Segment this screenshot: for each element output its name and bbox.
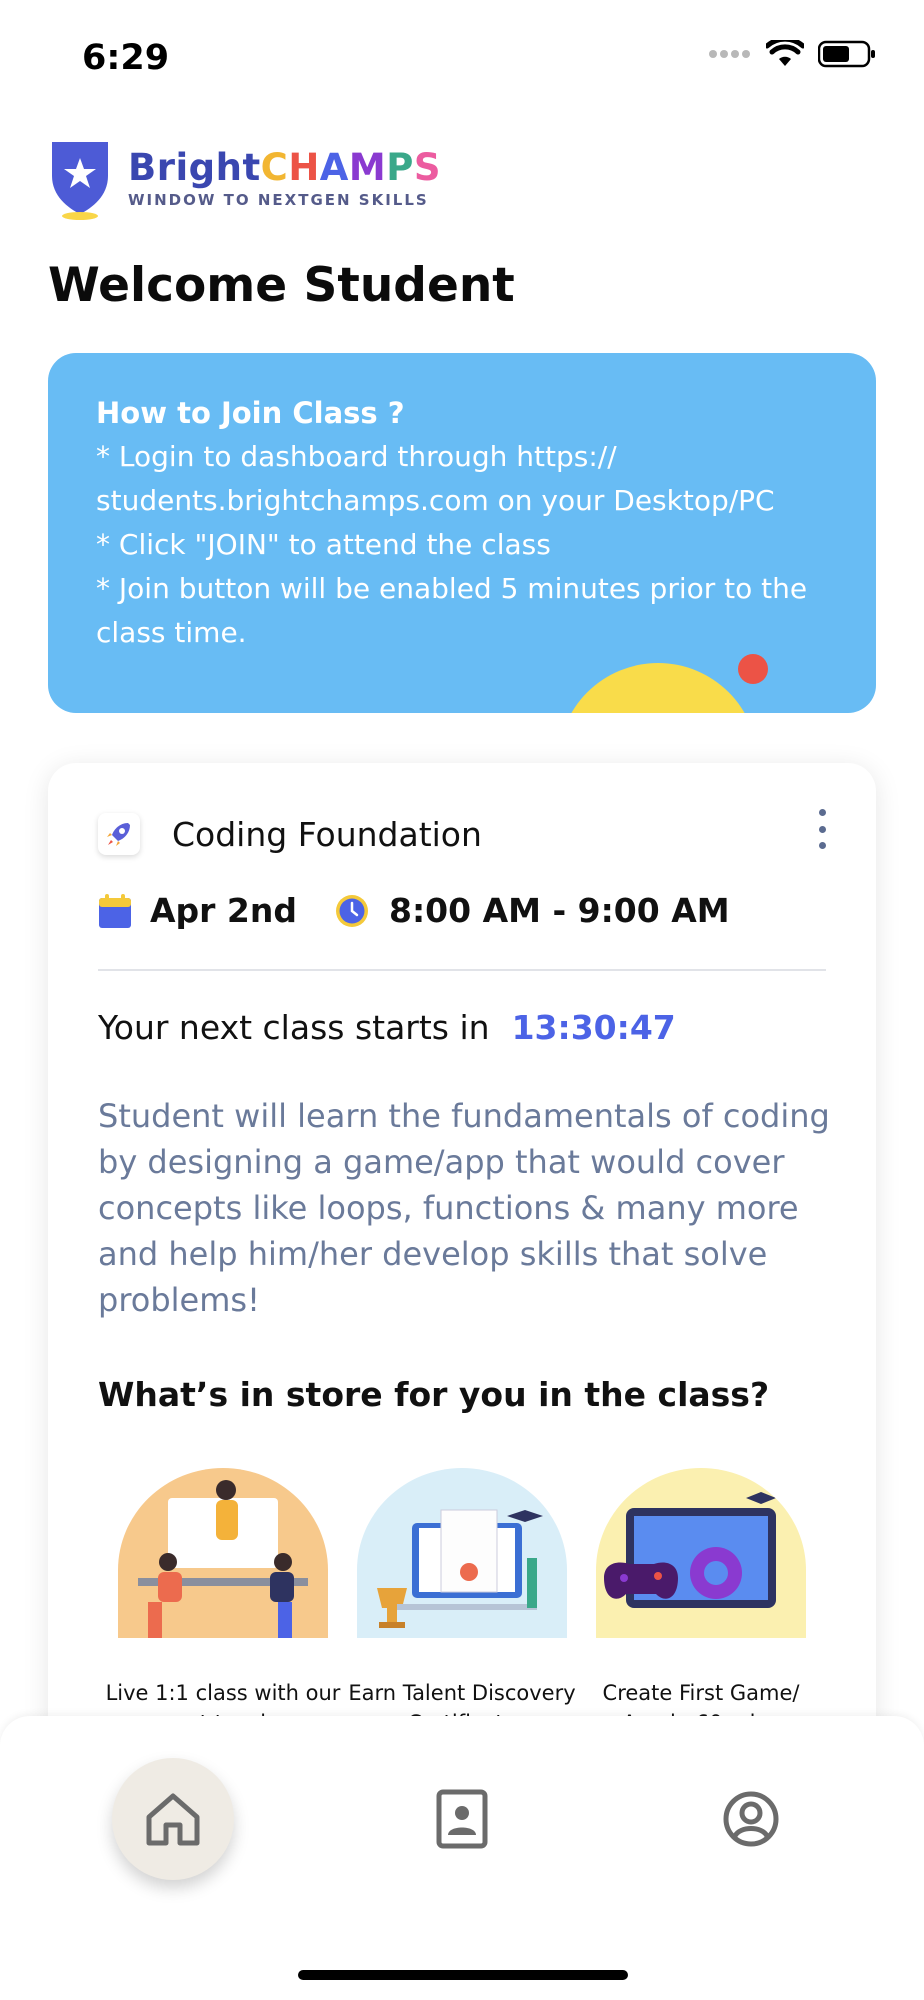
- feature-live-class: Live 1:1 class with our expert teachers: [103, 1468, 343, 1738]
- wifi-icon: [766, 40, 804, 66]
- status-icons: [708, 40, 876, 68]
- rocket-icon: [98, 813, 140, 855]
- teacher-illustration: [118, 1468, 328, 1638]
- nav-account-button[interactable]: [690, 1758, 812, 1880]
- profile-document-icon: [436, 1789, 488, 1849]
- course-description: Student will learn the fundamentals of c…: [98, 1097, 830, 1319]
- page-title: Welcome Student: [48, 258, 515, 313]
- brand-name-part2: CHAMPS: [260, 146, 442, 189]
- status-bar: 6:29: [0, 0, 924, 110]
- next-class-row: Your next class starts in 13:30:47: [98, 1008, 676, 1047]
- divider: [98, 969, 826, 971]
- info-card-line-2: * Click "JOIN" to attend the class: [96, 528, 551, 561]
- battery-icon: [818, 40, 875, 68]
- certificate-illustration: [357, 1468, 567, 1638]
- section-title: What’s in store for you in the class?: [98, 1375, 770, 1414]
- more-options-icon[interactable]: [812, 809, 832, 849]
- bottom-nav: [0, 1716, 924, 2000]
- course-header: Coding Foundation: [98, 813, 482, 855]
- feature-certificate: Earn Talent Discovery Certificate: [342, 1468, 582, 1738]
- info-card-line-1: * Login to dashboard through https:// st…: [96, 440, 775, 517]
- calendar-icon: [99, 893, 131, 928]
- brand-name-part1: Bright: [128, 146, 261, 189]
- home-icon: [146, 1793, 200, 1846]
- dot-decoration: [738, 654, 768, 684]
- home-indicator: [298, 1970, 628, 1980]
- class-date: Apr 2nd: [150, 891, 298, 930]
- feature-first-game: Create First Game/ App in 60 mins: [581, 1468, 821, 1738]
- status-time: 6:29: [82, 38, 170, 78]
- brand-logo: BrightCHAMPS WINDOW TO NEXTGEN SKILLS: [48, 138, 441, 220]
- class-schedule: Apr 2nd 8:00 AM - 9:00 AM: [98, 891, 730, 930]
- next-class-label: Your next class starts in: [98, 1008, 490, 1047]
- countdown-timer: 13:30:47: [511, 1008, 676, 1047]
- game-illustration: [596, 1468, 806, 1638]
- how-to-join-card: How to Join Class ? * Login to dashboard…: [48, 353, 876, 713]
- brand-tagline: WINDOW TO NEXTGEN SKILLS: [128, 191, 429, 209]
- info-card-line-3: * Join button will be enabled 5 minutes …: [96, 572, 808, 649]
- clock-icon: [336, 894, 369, 927]
- nav-home-button[interactable]: [112, 1758, 234, 1880]
- shield-star-icon: [52, 142, 108, 220]
- info-card-title: How to Join Class ?: [96, 396, 405, 430]
- account-icon: [723, 1791, 779, 1847]
- class-time: 8:00 AM - 9:00 AM: [389, 891, 730, 930]
- signal-icon: [709, 50, 750, 58]
- sun-decoration: [558, 663, 758, 713]
- brand-name: BrightCHAMPS: [128, 149, 441, 186]
- nav-profile-document-button[interactable]: [401, 1758, 523, 1880]
- course-name: Coding Foundation: [172, 814, 482, 854]
